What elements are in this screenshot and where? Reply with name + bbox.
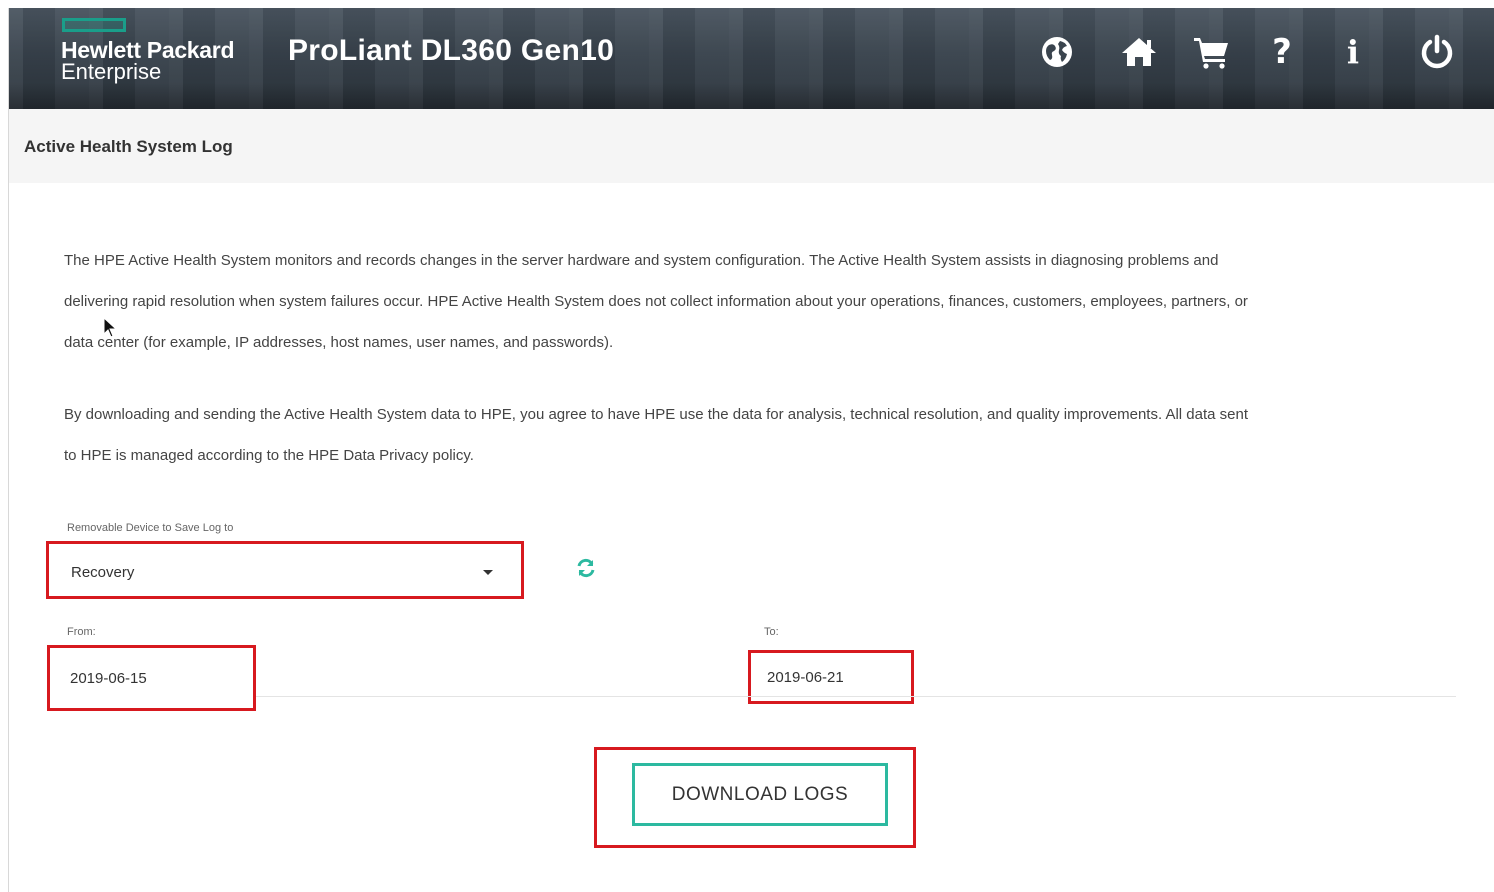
help-icon[interactable]: ? [1262,32,1302,72]
page-header: Active Health System Log [9,109,1494,183]
product-title: ProLiant DL360 Gen10 [288,34,615,67]
from-date-field[interactable]: 2019-06-15 [47,645,256,711]
refresh-icon[interactable] [574,556,598,580]
from-date-value: 2019-06-15 [70,669,147,687]
app-frame: Hewlett Packard Enterprise ProLiant DL36… [8,8,1494,892]
home-icon[interactable] [1119,32,1159,72]
from-label: From: [67,626,96,638]
info-icon[interactable]: i [1333,32,1373,72]
globe-icon[interactable] [1037,32,1077,72]
chevron-down-icon [483,570,493,575]
download-logs-button[interactable]: DOWNLOAD LOGS [632,763,888,826]
removable-device-select[interactable]: Recovery [46,541,524,599]
to-date-value: 2019-06-21 [767,668,844,686]
page-title: Active Health System Log [24,137,233,156]
hpe-logo[interactable]: Hewlett Packard Enterprise [61,38,235,84]
description-paragraph: The HPE Active Health System monitors an… [64,252,1248,351]
mouse-cursor-icon [103,316,119,339]
consent-paragraph: By downloading and sending the Active He… [64,406,1249,464]
brand-line2: Enterprise [61,59,162,84]
hpe-logo-mark [62,18,126,32]
to-label: To: [764,626,779,638]
field-divider [256,696,1456,697]
top-header: Hewlett Packard Enterprise ProLiant DL36… [9,8,1494,109]
power-icon[interactable] [1417,32,1457,72]
device-select-label: Removable Device to Save Log to [67,522,234,534]
device-select-value: Recovery [71,564,135,581]
cart-icon[interactable] [1191,32,1231,72]
